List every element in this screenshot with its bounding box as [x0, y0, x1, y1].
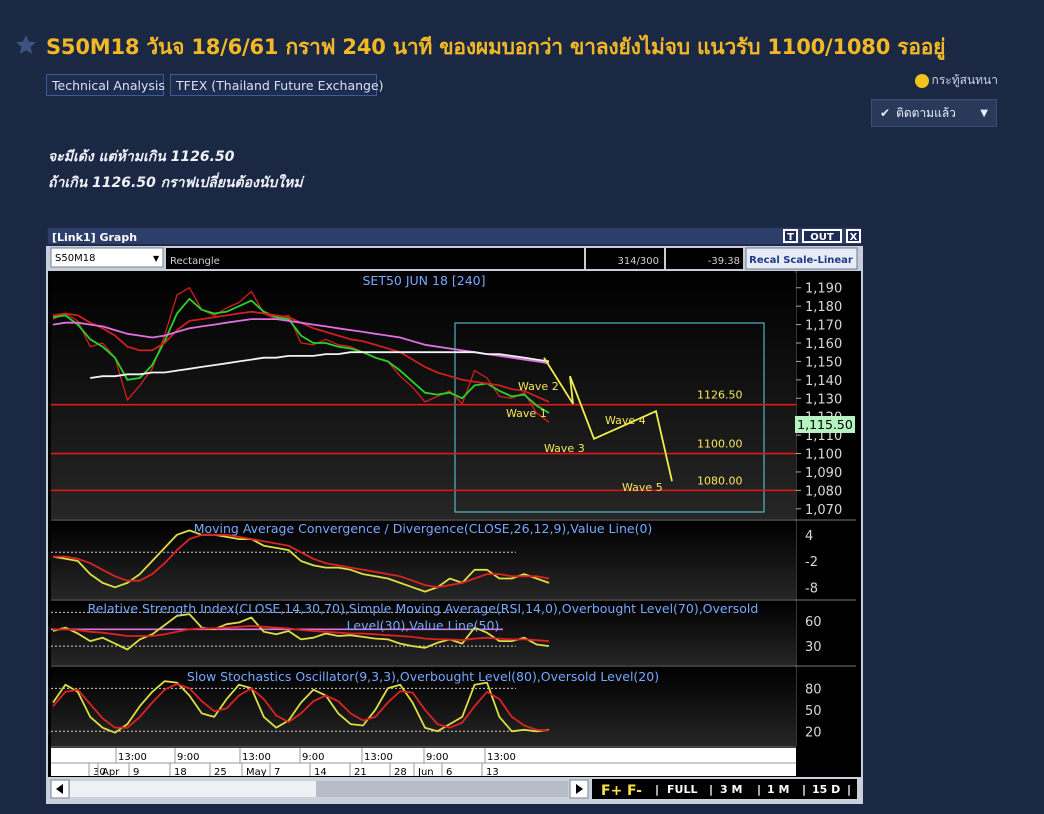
date-label: May [246, 767, 267, 778]
wave-label-4: Wave 4 [605, 414, 646, 427]
macd-title: Moving Average Convergence / Divergence(… [194, 521, 653, 536]
rsi-tick-label: 30 [805, 640, 822, 655]
stoch-tick-label: 50 [805, 704, 822, 719]
date-label: 14 [314, 767, 327, 778]
dropdown-arrow-icon: ▼ [980, 107, 988, 119]
time-label: 13:00 [242, 752, 271, 763]
time-label: 9:00 [177, 752, 199, 763]
range-1m-button[interactable]: 1 M [767, 783, 789, 796]
price-tick-label: 1,080 [805, 484, 842, 499]
price-tick-label: 1,190 [805, 282, 842, 297]
price-tick-label: 1,140 [805, 374, 842, 389]
symbol-value: S50M18 [55, 253, 95, 264]
author-label: กระทู้สนทนา [931, 73, 998, 87]
recal-scale-button[interactable]: Recal Scale-Linear [745, 247, 858, 270]
tag-tfex[interactable]: TFEX (Thailand Future Exchange) [170, 74, 384, 96]
level-label-2: 1080.00 [697, 474, 743, 487]
wave-label-3: Wave 3 [544, 442, 585, 455]
follow-label: ติดตามแล้ว [896, 105, 956, 120]
price-tick-label: 1,180 [805, 300, 842, 315]
symbol-select[interactable]: S50M18 ▼ [50, 247, 164, 268]
recal-scale-label: Recal Scale-Linear [749, 255, 853, 266]
price-chart-title: SET50 JUN 18 [240] [363, 273, 486, 288]
time-label: 9:00 [302, 752, 324, 763]
date-label: 18 [174, 767, 187, 778]
stoch-title: Slow Stochastics Oscillator(9,3,3),Overb… [187, 669, 659, 684]
scroll-left-button[interactable] [50, 779, 70, 799]
close-button[interactable]: X [846, 229, 861, 243]
date-label: 25 [214, 767, 227, 778]
wave-label-5: Wave 5 [622, 481, 663, 494]
bar-count: 314/300 [617, 256, 659, 267]
wave-label-1: Wave 1 [506, 407, 547, 420]
svg-text:|: | [802, 783, 806, 796]
last-value-label: 1,115.50 [797, 417, 853, 432]
chart-svg: [Link1] Graph T OUT X S50M18 ▼ Rectangle… [46, 226, 863, 802]
stoch-tick-label: 20 [805, 725, 822, 740]
close-icon: X [850, 232, 858, 243]
out-button[interactable]: OUT [802, 229, 842, 243]
macd-tick-label: -2 [805, 555, 818, 570]
chevron-down-icon: ▼ [153, 254, 160, 263]
price-tick-label: 1,160 [805, 337, 842, 352]
range-15d-button[interactable]: 15 D [812, 783, 840, 796]
date-label: Apr [102, 767, 120, 778]
svg-text:|: | [757, 783, 761, 796]
chart-window: [Link1] Graph T OUT X S50M18 ▼ Rectangle… [46, 226, 863, 804]
time-label: 13:00 [364, 752, 393, 763]
date-label: 7 [274, 767, 280, 778]
price-tick-label: 1,100 [805, 448, 842, 463]
zoom-in-button[interactable]: F+ [601, 783, 622, 799]
scroll-right-button[interactable] [569, 779, 589, 799]
follow-button[interactable]: ✔ ติดตามแล้ว ▼ [871, 99, 997, 127]
svg-text:|: | [655, 783, 659, 796]
range-3m-button[interactable]: 3 M [720, 783, 742, 796]
macd-tick-label: 4 [805, 529, 813, 544]
date-label: 21 [354, 767, 367, 778]
date-label: 9 [133, 767, 139, 778]
zoom-out-button[interactable]: F- [627, 783, 642, 799]
macd-tick-label: -8 [805, 581, 818, 596]
price-tick-label: 1,070 [805, 503, 842, 518]
date-label: 6 [446, 767, 452, 778]
cursor-value: -39.38 [708, 256, 740, 267]
t-button-label: T [787, 232, 794, 243]
stoch-tick-label: 80 [805, 682, 822, 697]
out-button-label: OUT [810, 232, 834, 243]
body-line-1: จะมีเด้ง แต่ห้ามเกิน 1126.50 [48, 149, 235, 165]
svg-text:|: | [709, 783, 713, 796]
time-label: 13:00 [487, 752, 516, 763]
check-icon: ✔ [880, 106, 891, 120]
title-t-button[interactable]: T [783, 229, 798, 243]
full-button[interactable]: FULL [667, 783, 697, 796]
time-axis: 13:00 9:00 13:00 9:00 13:00 9:00 13:0030Apr 9 18… [51, 748, 796, 778]
price-tick-label: 1,090 [805, 466, 842, 481]
level-label-0: 1126.50 [697, 389, 743, 402]
date-label: 28 [394, 767, 407, 778]
rsi-tick-label: 60 [805, 615, 822, 630]
scrollbar-thumb[interactable] [316, 781, 568, 797]
price-tick-label: 1,130 [805, 392, 842, 407]
svg-text:|: | [847, 783, 851, 796]
author[interactable]: กระทู้สนทนา [914, 71, 998, 90]
star-icon[interactable] [14, 33, 38, 57]
price-tick-label: 1,150 [805, 355, 842, 370]
tag-technical-analysis[interactable]: Technical Analysis [46, 74, 165, 96]
date-label: Jun [417, 767, 434, 778]
time-label: 9:00 [426, 752, 448, 763]
body-line-2: ถ้าเกิน 1126.50 กราฟเปลี่ยนต้องนับใหม่ [48, 175, 303, 191]
price-tick-label: 1,170 [805, 319, 842, 334]
drawing-tool-label: Rectangle [170, 256, 220, 267]
time-label: 13:00 [118, 752, 147, 763]
wave-label-2: Wave 2 [518, 380, 559, 393]
emoji-face-icon [914, 73, 929, 88]
post-title: S50M18 วันจ 18/6/61 กราฟ 240 นาที ของผมบ… [46, 35, 946, 59]
window-title: [Link1] Graph [52, 231, 137, 244]
level-label-1: 1100.00 [697, 438, 743, 451]
date-label: 13 [486, 767, 499, 778]
